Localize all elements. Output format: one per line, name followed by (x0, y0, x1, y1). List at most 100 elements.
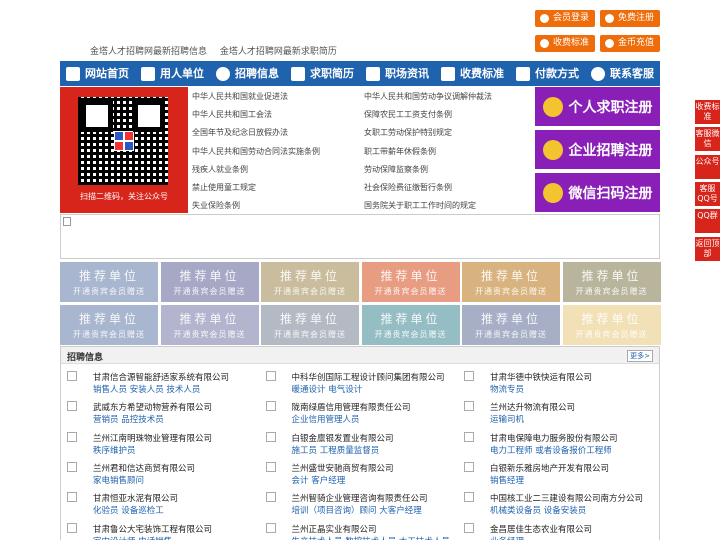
company-logo-icon[interactable] (464, 461, 474, 472)
recommended-unit-slot[interactable]: 推荐单位 开通贵宾会员赠送 (60, 305, 158, 345)
recommended-unit-slot[interactable]: 推荐单位 开通贵宾会员赠送 (562, 305, 661, 345)
fee-standard-button[interactable]: 收费标准 (535, 35, 596, 52)
company-logo-icon[interactable] (464, 431, 474, 442)
company-logo-icon[interactable] (464, 371, 474, 381)
company-logo-icon[interactable] (265, 461, 276, 472)
nav-home[interactable]: 网站首页 (60, 61, 135, 86)
member-login-button[interactable]: 会员登录 (535, 10, 596, 27)
company-name-link[interactable]: 白银新乐雅房地产开发有限公司 (490, 462, 609, 474)
job-positions-link[interactable]: 销售经理 (490, 474, 524, 486)
company-logo-icon[interactable] (464, 492, 474, 503)
company-name-link[interactable]: 兰州达升物流有限公司 (490, 401, 575, 413)
company-logo-icon[interactable] (265, 431, 276, 442)
ticker-item[interactable]: 金塔人才招聘网最新招聘信息 (90, 47, 207, 57)
recommended-unit-slot[interactable]: 推荐单位 开通贵宾会员赠送 (361, 305, 460, 345)
company-logo-icon[interactable] (265, 522, 276, 533)
law-link[interactable]: 职工带薪年休假条例 (364, 146, 436, 157)
job-positions-link[interactable]: 暖通设计 电气设计 (292, 383, 363, 395)
law-link[interactable]: 残疾人就业条例 (192, 164, 248, 175)
nav-news[interactable]: 职场资讯 (360, 61, 435, 86)
job-positions-link[interactable]: 室内设计师 电话销售 (93, 535, 172, 540)
company-name-link[interactable]: 金昌居佳生态农业有限公司 (490, 523, 592, 535)
job-positions-link[interactable]: 企业信用管理人员 (292, 413, 360, 425)
company-name-link[interactable]: 甘肃恒亚水泥有限公司 (93, 492, 178, 504)
company-logo-icon[interactable] (464, 401, 474, 412)
side-tab[interactable]: 客服微信 (695, 127, 720, 151)
job-positions-link[interactable]: 运输司机 (490, 413, 524, 425)
ad-banner-slot[interactable] (60, 214, 660, 259)
law-link[interactable]: 中华人民共和国工会法 (192, 109, 272, 120)
law-link[interactable]: 社会保险费征缴暂行条例 (364, 182, 452, 193)
nav-jobs[interactable]: 招聘信息 (210, 61, 285, 86)
company-logo-icon[interactable] (67, 522, 77, 533)
job-positions-link[interactable]: 家电销售顾问 (93, 474, 144, 486)
company-logo-icon[interactable] (67, 492, 77, 503)
company-name-link[interactable]: 兰州正晶实业有限公司 (292, 523, 377, 535)
company-name-link[interactable]: 武威东方希望动物营养有限公司 (93, 401, 212, 413)
job-positions-link[interactable]: 营销员 品控技术员 (93, 413, 164, 425)
company-name-link[interactable]: 白银金廪银发置业有限公司 (292, 432, 394, 444)
recommended-unit-slot[interactable]: 推荐单位 开通贵宾会员赠送 (361, 262, 460, 302)
recommended-unit-slot[interactable]: 推荐单位 开通贵宾会员赠送 (261, 305, 359, 345)
law-link[interactable]: 失业保险条例 (192, 200, 240, 211)
company-name-link[interactable]: 中科华创国际工程设计顾问集团有限公司 (292, 371, 445, 383)
side-tab[interactable]: 客服QQ号 (695, 182, 720, 206)
law-link[interactable]: 保障农民工工资支付条例 (364, 109, 452, 120)
recommended-unit-slot[interactable]: 推荐单位 开通贵宾会员赠送 (462, 262, 560, 302)
company-logo-icon[interactable] (67, 431, 77, 442)
law-link[interactable]: 劳动保障监察条例 (364, 164, 428, 175)
recommended-unit-slot[interactable]: 推荐单位 开通贵宾会员赠送 (261, 262, 359, 302)
more-link[interactable]: 更多> (627, 350, 653, 362)
job-positions-link[interactable]: 施工员 工程质量监督员 (292, 444, 380, 456)
law-link[interactable]: 中华人民共和国劳动合同法实施条例 (192, 146, 320, 157)
company-name-link[interactable]: 甘肃华德中铁快运有限公司 (490, 371, 592, 383)
company-logo-icon[interactable] (265, 492, 276, 503)
company-logo-icon[interactable] (265, 371, 276, 381)
job-positions-link[interactable]: 生产技术人员 数控技术人员 木工技术人员 (292, 535, 450, 540)
company-name-link[interactable]: 兰州智骑企业管理咨询有限责任公司 (292, 492, 428, 504)
company-logo-icon[interactable] (67, 371, 77, 381)
recommended-unit-slot[interactable]: 推荐单位 开通贵宾会员赠送 (562, 262, 661, 302)
recommended-unit-slot[interactable]: 推荐单位 开通贵宾会员赠送 (160, 305, 259, 345)
law-link[interactable]: 禁止使用童工规定 (192, 182, 256, 193)
law-link[interactable]: 国务院关于职工工作时间的规定 (364, 200, 476, 211)
side-tab[interactable]: 公众号 (695, 155, 720, 179)
job-positions-link[interactable]: 秩序维护员 (93, 444, 136, 456)
company-name-link[interactable]: 甘肃鲁公大宅装饰工程有限公司 (93, 523, 212, 535)
personal-register-button[interactable]: 个人求职注册 (535, 87, 660, 126)
job-positions-link[interactable]: 物流专员 (490, 383, 524, 395)
nav-fees[interactable]: 收费标准 (435, 61, 510, 86)
side-tab[interactable]: QQ群 (695, 209, 720, 233)
nav-support[interactable]: 联系客服 (585, 61, 660, 86)
side-tab[interactable]: 返回顶部 (695, 237, 720, 261)
nav-employers[interactable]: 用人单位 (135, 61, 210, 86)
company-name-link[interactable]: 兰州盛世安驰商贸有限公司 (292, 462, 394, 474)
coin-recharge-button[interactable]: 金币充值 (600, 35, 661, 52)
company-logo-icon[interactable] (67, 401, 77, 412)
law-link[interactable]: 中华人民共和国劳动争议调解仲裁法 (364, 91, 492, 102)
job-positions-link[interactable]: 电力工程师 或者设备报价工程师 (490, 444, 612, 456)
company-logo-icon[interactable] (67, 461, 77, 472)
job-positions-link[interactable]: 会计 客户经理 (292, 474, 346, 486)
law-link[interactable]: 全国年节及纪念日放假办法 (192, 127, 288, 138)
recommended-unit-slot[interactable]: 推荐单位 开通贵宾会员赠送 (462, 305, 560, 345)
nav-payment[interactable]: 付款方式 (510, 61, 585, 86)
job-positions-link[interactable]: 培训（项目咨询）顾问 大客户经理 (292, 504, 422, 516)
company-logo-icon[interactable] (464, 522, 474, 533)
company-name-link[interactable]: 甘肃电保障电力服务股份有限公司 (490, 432, 618, 444)
job-positions-link[interactable]: 销售人员 安装人员 技术人员 (93, 383, 200, 395)
recommended-unit-slot[interactable]: 推荐单位 开通贵宾会员赠送 (160, 262, 259, 302)
job-positions-link[interactable]: 化验员 设备巡检工 (93, 504, 164, 516)
job-positions-link[interactable]: 业务经理 (490, 535, 524, 540)
recommended-unit-slot[interactable]: 推荐单位 开通贵宾会员赠送 (60, 262, 158, 302)
nav-resumes[interactable]: 求职简历 (285, 61, 360, 86)
law-link[interactable]: 女职工劳动保护特别规定 (364, 127, 452, 138)
wechat-register-button[interactable]: 微信扫码注册 (535, 173, 660, 212)
company-name-link[interactable]: 中国核工业二三建设有限公司南方分公司 (490, 492, 643, 504)
ticker-item[interactable]: 金塔人才招聘网最新求职简历 (220, 47, 337, 57)
company-logo-icon[interactable] (265, 401, 276, 412)
company-name-link[interactable]: 甘肃信合源智能舒适家系统有限公司 (93, 371, 229, 383)
company-name-link[interactable]: 兰州君和信达商贸有限公司 (93, 462, 195, 474)
side-tab[interactable]: 收费标准 (695, 100, 720, 124)
company-name-link[interactable]: 陇南绿盾信用管理有限责任公司 (292, 401, 411, 413)
